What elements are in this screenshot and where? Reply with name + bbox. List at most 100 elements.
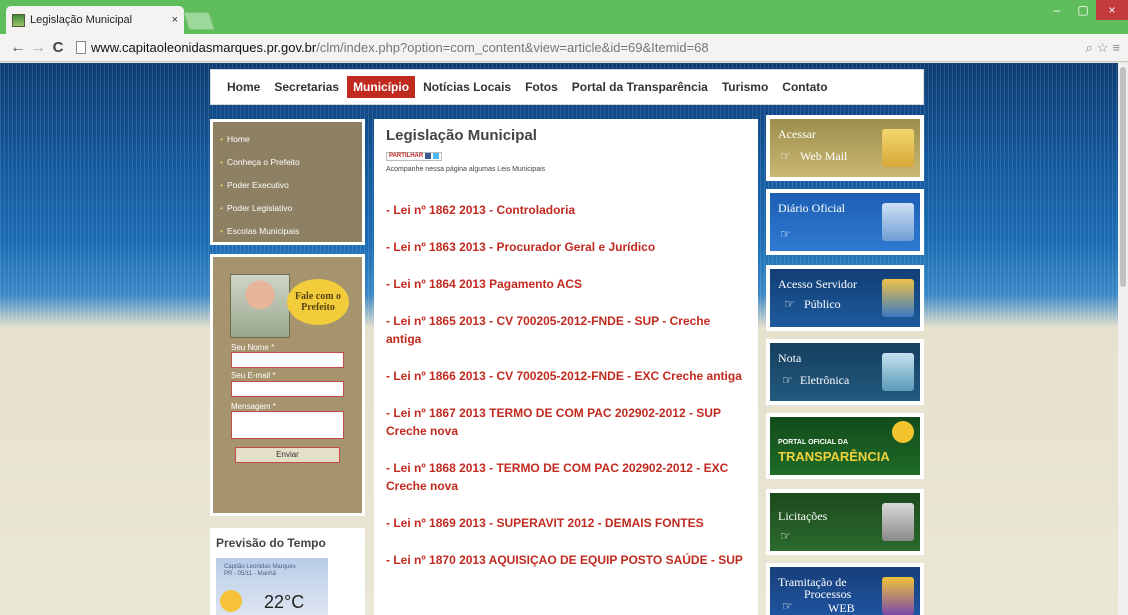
transparencia-banner[interactable]: PORTAL OFICIAL DA TRANSPARÊNCIA bbox=[766, 413, 924, 479]
forward-arrow-icon[interactable]: → bbox=[28, 39, 48, 57]
sidebar-item-executivo[interactable]: Poder Executivo bbox=[213, 174, 362, 197]
law-list: - Lei nº 1862 2013 - Controladoria - Lei… bbox=[386, 201, 746, 569]
weather-date: PR - 05/11 - Manhã bbox=[224, 571, 276, 577]
share-label: PARTILHAR bbox=[389, 153, 424, 159]
info-icon bbox=[892, 421, 914, 443]
email-field[interactable] bbox=[231, 381, 344, 397]
cursor-icon: ☞ bbox=[782, 599, 793, 613]
cursor-icon: ☞ bbox=[784, 297, 795, 311]
name-label: Seu Nome * bbox=[231, 343, 275, 352]
page-icon bbox=[76, 41, 86, 54]
servidor-banner[interactable]: Acesso Servidor ☞ Público bbox=[766, 265, 924, 331]
law-link[interactable]: - Lei nº 1862 2013 - Controladoria bbox=[386, 201, 746, 219]
prefeito-photo bbox=[230, 274, 290, 338]
url-domain: www.capitaoleonidasmarques.pr.gov.br bbox=[91, 40, 317, 55]
cursor-icon: ☞ bbox=[780, 529, 791, 543]
submit-button[interactable]: Enviar bbox=[235, 447, 340, 463]
sidebar-item-prefeito[interactable]: Conheça o Prefeito bbox=[213, 151, 362, 174]
servidor-sub: Público bbox=[804, 297, 841, 311]
scrollbar-thumb[interactable] bbox=[1120, 67, 1126, 287]
bubble-line-1: Fale com o bbox=[294, 291, 342, 302]
licitacoes-banner[interactable]: Licitações ☞ bbox=[766, 489, 924, 555]
menu-item-home[interactable]: Home bbox=[221, 76, 266, 98]
law-link[interactable]: - Lei nº 1870 2013 AQUISIÇAO DE EQUIP PO… bbox=[386, 551, 746, 569]
tramitacao-banner[interactable]: Tramitação de Processos WEB ☞ bbox=[766, 563, 924, 615]
speech-bubble: Fale com o Prefeito bbox=[287, 279, 349, 325]
menu-item-municipio[interactable]: Município bbox=[347, 76, 416, 98]
webmail-title: Acessar bbox=[778, 127, 816, 141]
zoom-icon[interactable]: ⌕ bbox=[1085, 40, 1092, 56]
transparencia-small: PORTAL OFICIAL DA bbox=[778, 439, 848, 446]
binders-icon bbox=[882, 577, 914, 615]
law-link[interactable]: - Lei nº 1868 2013 - TERMO DE COM PAC 20… bbox=[386, 459, 746, 495]
message-label: Mensagem * bbox=[231, 402, 276, 411]
twitter-icon bbox=[433, 153, 440, 159]
weather-widget: Capitão Leonidas Marques PR - 05/11 - Ma… bbox=[216, 558, 328, 615]
back-arrow-icon[interactable]: ← bbox=[8, 39, 28, 57]
menu-item-fotos[interactable]: Fotos bbox=[519, 76, 564, 98]
url-path: /clm/index.php?option=com_content&view=a… bbox=[316, 40, 709, 55]
cursor-icon: ☞ bbox=[780, 149, 791, 163]
law-link[interactable]: - Lei nº 1867 2013 TERMO DE COM PAC 2029… bbox=[386, 404, 746, 440]
weather-title: Previsão do Tempo bbox=[216, 536, 326, 550]
main-content: Legislação Municipal PARTILHAR Acompanhe… bbox=[374, 119, 758, 615]
nota-eletronica-banner[interactable]: Nota ☞ Eletrônica bbox=[766, 339, 924, 405]
intro-text: Acompanhe nessa página algumas Leis Muni… bbox=[386, 166, 546, 173]
facebook-icon bbox=[425, 153, 432, 159]
law-link[interactable]: - Lei nº 1865 2013 - CV 700205-2012-FNDE… bbox=[386, 312, 746, 348]
browser-menu-icon[interactable]: ≡ bbox=[1112, 40, 1120, 56]
mail-icon bbox=[882, 129, 914, 167]
new-tab-button[interactable] bbox=[183, 12, 215, 30]
diario-title: Diário Oficial bbox=[778, 201, 845, 215]
window-close-icon[interactable]: × bbox=[1096, 0, 1128, 20]
message-field[interactable] bbox=[231, 411, 344, 439]
servidor-title: Acesso Servidor bbox=[778, 277, 857, 291]
name-field[interactable] bbox=[231, 352, 344, 368]
nota-title: Nota bbox=[778, 351, 802, 365]
tramitacao-sub: Processos bbox=[804, 587, 852, 601]
menu-item-transparencia[interactable]: Portal da Transparência bbox=[566, 76, 714, 98]
main-menu: Home Secretarias Município Notícias Loca… bbox=[210, 69, 924, 105]
page-title: Legislação Municipal bbox=[386, 127, 537, 144]
cursor-icon: ☞ bbox=[780, 227, 791, 241]
page-viewport: Home Secretarias Município Notícias Loca… bbox=[0, 63, 1128, 615]
menu-item-noticias[interactable]: Notícias Locais bbox=[417, 76, 517, 98]
reload-icon[interactable]: C bbox=[48, 39, 68, 56]
nfe-icon bbox=[882, 353, 914, 391]
share-button[interactable]: PARTILHAR bbox=[386, 151, 443, 161]
weather-temperature: 22°C bbox=[264, 592, 305, 612]
nota-sub: Eletrônica bbox=[800, 373, 850, 387]
sidebar-item-home[interactable]: Home bbox=[213, 128, 362, 151]
browser-toolbar: ← → C www.capitaoleonidasmarques.pr.gov.… bbox=[0, 34, 1128, 62]
menu-item-secretarias[interactable]: Secretarias bbox=[268, 76, 345, 98]
book-icon bbox=[882, 203, 914, 241]
maximize-icon[interactable]: ▢ bbox=[1070, 0, 1096, 20]
page-scrollbar[interactable] bbox=[1118, 63, 1128, 615]
sidebar-item-escolas[interactable]: Escolas Municipais bbox=[213, 220, 362, 243]
tramitacao-sub2: WEB bbox=[828, 601, 855, 615]
bookmark-star-icon[interactable]: ☆ bbox=[1097, 40, 1109, 56]
cursor-icon: ☞ bbox=[782, 373, 793, 387]
bubble-line-2: Prefeito bbox=[301, 302, 335, 313]
menu-item-turismo[interactable]: Turismo bbox=[716, 76, 774, 98]
browser-titlebar: Legislação Municipal × – ▢ × bbox=[0, 0, 1128, 34]
diario-oficial-banner[interactable]: Diário Oficial ☞ bbox=[766, 189, 924, 255]
tab-title: Legislação Municipal bbox=[30, 14, 133, 26]
tab-close-icon[interactable]: × bbox=[172, 14, 178, 26]
law-link[interactable]: - Lei nº 1864 2013 Pagamento ACS bbox=[386, 275, 746, 293]
sidebar-nav: Home Conheça o Prefeito Poder Executivo … bbox=[210, 119, 365, 245]
address-bar[interactable]: www.capitaoleonidasmarques.pr.gov.br/clm… bbox=[76, 37, 1075, 59]
browser-tab[interactable]: Legislação Municipal × bbox=[6, 6, 184, 34]
sidebar-item-legislativo[interactable]: Poder Legislativo bbox=[213, 197, 362, 220]
webmail-banner[interactable]: Acessar ☞ Web Mail bbox=[766, 115, 924, 181]
site-favicon-icon bbox=[12, 13, 25, 27]
sun-icon bbox=[220, 590, 242, 612]
law-link[interactable]: - Lei nº 1863 2013 - Procurador Geral e … bbox=[386, 238, 746, 256]
menu-item-contato[interactable]: Contato bbox=[776, 76, 833, 98]
weather-box: Previsão do Tempo Capitão Leonidas Marqu… bbox=[210, 528, 365, 615]
licitacoes-title: Licitações bbox=[778, 509, 828, 523]
law-link[interactable]: - Lei nº 1869 2013 - SUPERAVIT 2012 - DE… bbox=[386, 514, 746, 532]
transparencia-big: TRANSPARÊNCIA bbox=[778, 449, 890, 464]
minimize-icon[interactable]: – bbox=[1044, 0, 1070, 20]
law-link[interactable]: - Lei nº 1866 2013 - CV 700205-2012-FNDE… bbox=[386, 367, 746, 385]
